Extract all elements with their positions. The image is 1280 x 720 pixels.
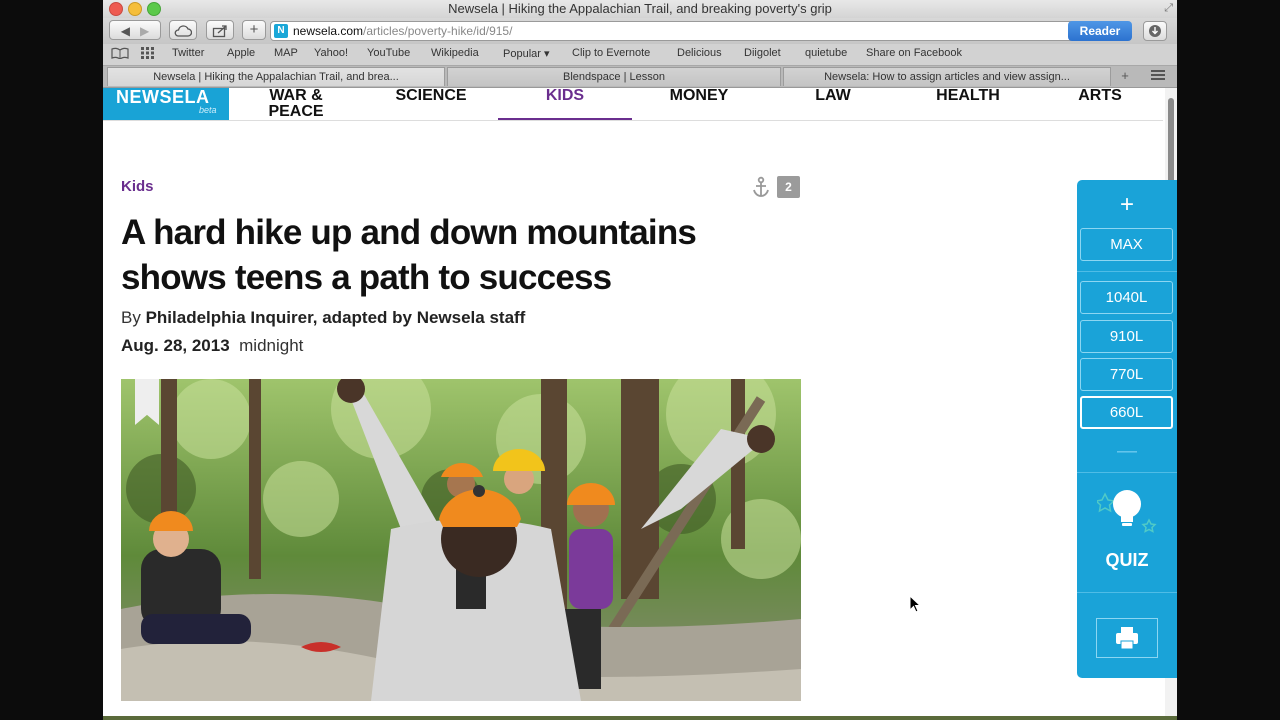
level-divider <box>1077 592 1177 593</box>
bookmark-delicious[interactable]: Delicious <box>677 47 722 59</box>
byline-prefix: By <box>121 308 141 327</box>
level-divider <box>1077 271 1177 272</box>
level-up-button[interactable]: + <box>1077 188 1177 222</box>
anchor-icon[interactable] <box>751 176 771 198</box>
reader-button[interactable]: Reader <box>1068 21 1132 41</box>
icloud-tabs-button[interactable] <box>169 20 197 40</box>
nav-kids[interactable]: KIDS <box>498 88 632 120</box>
address-bar[interactable]: N newsela.com/articles/poverty-hike/id/9… <box>270 21 1128 41</box>
mouse-cursor-icon <box>909 595 921 613</box>
level-divider <box>1077 472 1177 473</box>
annotation-count-badge[interactable]: 2 <box>777 176 800 198</box>
headline-line-1: A hard hike up and down mountains <box>121 213 697 252</box>
bookmark-youtube[interactable]: YouTube <box>367 47 410 59</box>
share-button[interactable] <box>206 20 234 40</box>
level-down-button[interactable]: — <box>1077 440 1177 463</box>
bookmark-popular-menu[interactable]: Popular ▾ <box>503 47 550 60</box>
url-domain: newsela.com <box>293 24 364 38</box>
browser-toolbar: ◀ ▶ + N newsela.com/articles/poverty-hik… <box>103 18 1177 44</box>
minimize-window-icon[interactable] <box>128 2 142 16</box>
newsela-logo[interactable]: NEWSELA beta <box>103 88 229 120</box>
desktop-right <box>1177 0 1280 720</box>
reading-list-icon[interactable] <box>111 47 129 62</box>
level-770l-button[interactable]: 770L <box>1080 358 1173 391</box>
back-forward-buttons[interactable]: ◀ ▶ <box>109 20 161 40</box>
bookmark-map[interactable]: MAP <box>274 47 298 59</box>
nav-war-and-peace[interactable]: WAR & PEACE <box>241 88 351 120</box>
tab-newsela-hiking[interactable]: Newsela | Hiking the Appalachian Trail, … <box>107 67 445 86</box>
nav-health[interactable]: HEALTH <box>923 88 1013 120</box>
reading-level-sidebar: + MAX 1040L 910L 770L 660L — QUIZ <box>1077 180 1177 678</box>
level-910l-button[interactable]: 910L <box>1080 320 1173 353</box>
level-660l-button[interactable]: 660L <box>1080 396 1173 429</box>
nav-science[interactable]: SCIENCE <box>386 88 476 120</box>
window-title: Newsela | Hiking the Appalachian Trail, … <box>448 1 832 16</box>
bookmark-yahoo[interactable]: Yahoo! <box>314 47 348 59</box>
close-window-icon[interactable] <box>109 2 123 16</box>
printer-icon <box>1116 627 1138 650</box>
lightbulb-icon[interactable] <box>1097 480 1157 540</box>
bookmark-diigolet[interactable]: Diigolet <box>744 47 781 59</box>
tab-newsela-assign[interactable]: Newsela: How to assign articles and view… <box>783 67 1111 86</box>
bookmarks-bar: Twitter Apple MAP Yahoo! YouTube Wikiped… <box>103 44 1177 66</box>
article-date: Aug. 28, 2013 midnight <box>121 336 303 356</box>
article-date-value: Aug. 28, 2013 <box>121 336 230 355</box>
desktop-bottom <box>103 716 1177 720</box>
site-nav: NEWSELA beta WAR & PEACE SCIENCE KIDS MO… <box>103 88 1163 121</box>
zoom-window-icon[interactable] <box>147 2 161 16</box>
article-byline: By Philadelphia Inquirer, adapted by New… <box>121 308 525 328</box>
new-tab-icon[interactable]: + <box>1114 68 1136 85</box>
logo-beta-text: beta <box>199 105 217 115</box>
browser-window: Newsela | Hiking the Appalachian Trail, … <box>103 0 1177 716</box>
tab-bar: Newsela | Hiking the Appalachian Trail, … <box>103 66 1177 88</box>
fullscreen-icon[interactable]: ⤢ <box>1164 0 1173 17</box>
article-photo <box>121 379 801 701</box>
bookmark-quietube[interactable]: quietube <box>805 47 847 59</box>
article-time: midnight <box>239 336 304 355</box>
cloud-icon <box>174 25 193 37</box>
nav-arts[interactable]: ARTS <box>1067 88 1133 120</box>
logo-text: NEWSELA <box>116 88 210 107</box>
top-sites-icon[interactable] <box>141 47 155 62</box>
desktop-left <box>0 0 103 720</box>
print-button[interactable] <box>1096 618 1158 658</box>
quiz-label[interactable]: QUIZ <box>1077 550 1177 571</box>
byline-author: Philadelphia Inquirer, adapted by Newsel… <box>145 308 526 327</box>
page-content: NEWSELA beta WAR & PEACE SCIENCE KIDS MO… <box>103 88 1177 716</box>
share-icon <box>212 25 227 38</box>
nav-law[interactable]: LAW <box>803 88 863 120</box>
article-category[interactable]: Kids <box>121 178 154 195</box>
nav-money[interactable]: MONEY <box>659 88 739 120</box>
downloads-button[interactable] <box>1143 21 1167 41</box>
scrollbar-thumb[interactable] <box>1168 98 1174 186</box>
url-path: /articles/poverty-hike/id/915/ <box>363 24 513 38</box>
add-bookmark-button[interactable]: + <box>242 20 266 40</box>
bookmark-wikipedia[interactable]: Wikipedia <box>431 47 479 59</box>
hikers-photo-image <box>121 379 801 701</box>
download-icon <box>1149 25 1161 37</box>
site-favicon-icon: N <box>274 24 288 38</box>
bookmark-clip-to-evernote[interactable]: Clip to Evernote <box>572 47 650 59</box>
level-1040l-button[interactable]: 1040L <box>1080 281 1173 314</box>
forward-icon[interactable]: ▶ <box>140 24 149 38</box>
title-bar: Newsela | Hiking the Appalachian Trail, … <box>103 0 1177 18</box>
bookmark-share-on-facebook[interactable]: Share on Facebook <box>866 47 962 59</box>
tab-list-icon[interactable] <box>1147 68 1169 85</box>
bookmark-twitter[interactable]: Twitter <box>172 47 204 59</box>
article-headline: A hard hike up and down mountains shows … <box>121 210 761 300</box>
back-icon[interactable]: ◀ <box>121 24 130 38</box>
plus-icon: + <box>249 21 259 38</box>
bookmark-apple[interactable]: Apple <box>227 47 255 59</box>
tab-blendspace[interactable]: Blendspace | Lesson <box>447 67 781 86</box>
headline-line-2: shows teens a path to success <box>121 258 612 297</box>
level-max-button[interactable]: MAX <box>1080 228 1173 261</box>
